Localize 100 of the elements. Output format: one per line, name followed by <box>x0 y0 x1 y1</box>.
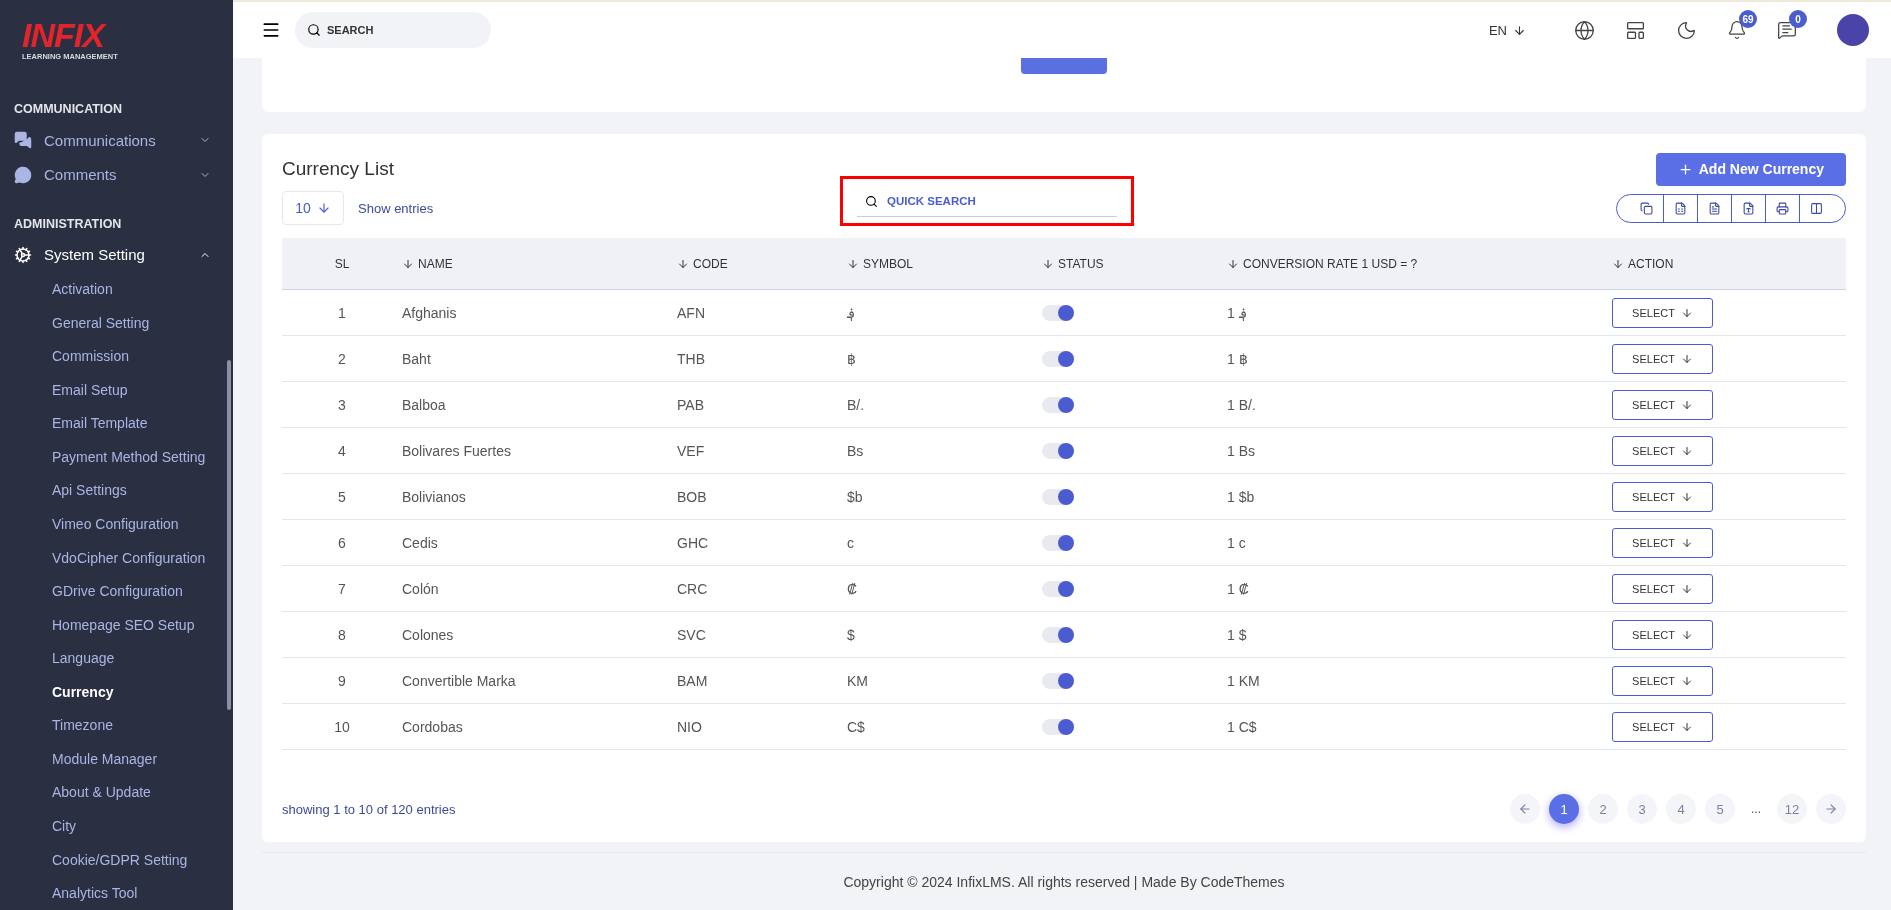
scrollbar[interactable] <box>227 360 231 710</box>
message-icon[interactable] <box>1777 20 1797 40</box>
arrow-down-icon <box>1680 720 1693 733</box>
status-toggle[interactable] <box>1042 580 1074 597</box>
nav-subitem[interactable]: Cookie/GDPR Setting <box>14 842 233 877</box>
document-icon <box>1708 201 1721 215</box>
moon-icon[interactable] <box>1676 19 1697 41</box>
nav-subitem[interactable]: Module Manager <box>14 742 233 776</box>
column-header[interactable]: CONVERSION RATE 1 USD = ? <box>1243 256 1418 271</box>
status-toggle[interactable] <box>1042 488 1074 505</box>
sort-arrow-icon[interactable] <box>1227 257 1239 270</box>
table-cell: Colón <box>402 580 439 597</box>
nav-subitem[interactable]: Language <box>14 641 233 675</box>
column-header[interactable]: SYMBOL <box>863 256 913 271</box>
sort-arrow-icon[interactable] <box>1042 257 1054 270</box>
table-cell: 3 <box>338 396 346 413</box>
nav-subitem[interactable]: Email Setup <box>14 372 233 407</box>
nav-subitem[interactable]: About & Update <box>14 775 233 810</box>
status-toggle[interactable] <box>1042 718 1074 735</box>
add-currency-button[interactable]: Add New Currency <box>1655 152 1846 186</box>
select-button[interactable]: SELECT <box>1612 481 1713 512</box>
table-cell: Afghanis <box>402 304 457 321</box>
nav-subitem[interactable]: Payment Method Setting <box>14 440 233 474</box>
select-button[interactable]: SELECT <box>1612 573 1713 604</box>
column-header[interactable]: STATUS <box>1058 256 1104 271</box>
sort-arrow-icon[interactable] <box>402 257 414 270</box>
page-size-select[interactable]: 10 <box>282 191 344 225</box>
select-button[interactable]: SELECT <box>1612 711 1713 742</box>
message-count: 0 <box>1789 10 1807 28</box>
layout-icon[interactable] <box>1625 19 1646 41</box>
column-header[interactable]: ACTION <box>1628 256 1674 271</box>
chat-bubbles-icon <box>14 131 32 150</box>
select-button[interactable]: SELECT <box>1612 619 1713 650</box>
table-cell: Cordobas <box>402 718 463 735</box>
arrow-down-icon <box>1513 23 1526 37</box>
page-button[interactable]: 4 <box>1666 794 1696 824</box>
status-toggle[interactable] <box>1042 534 1074 551</box>
nav-subitem[interactable]: Timezone <box>14 708 233 743</box>
select-button[interactable]: SELECT <box>1612 297 1713 328</box>
search-field[interactable]: SEARCH <box>295 12 491 48</box>
nav-item[interactable]: Comments <box>14 157 233 192</box>
column-header[interactable]: NAME <box>418 256 453 271</box>
page-button[interactable]: 12 <box>1777 794 1807 824</box>
arrow-down-icon <box>1680 444 1693 457</box>
table-cell: 2 <box>338 350 346 367</box>
table-cell: KM <box>847 672 868 689</box>
select-button[interactable]: SELECT <box>1612 389 1713 420</box>
page-button[interactable]: 3 <box>1627 794 1657 824</box>
column-header[interactable]: CODE <box>693 256 728 271</box>
nav-subitem[interactable]: Api Settings <box>14 473 233 508</box>
language-selector[interactable]: EN <box>1488 22 1526 38</box>
status-toggle[interactable] <box>1042 672 1074 689</box>
table-cell: PAB <box>677 396 704 413</box>
nav-subitem[interactable]: Commission <box>14 339 233 373</box>
menu-icon[interactable] <box>261 20 281 40</box>
globe-icon[interactable] <box>1574 19 1595 41</box>
table-cell: ฿ <box>847 350 856 367</box>
arrow-down-icon <box>1680 398 1693 411</box>
nav-subitem[interactable]: GDrive Configuration <box>14 574 233 608</box>
nav-item[interactable]: System Setting <box>14 237 233 273</box>
nav-subitem[interactable]: Activation <box>14 272 233 306</box>
status-toggle[interactable] <box>1042 396 1074 413</box>
table-cell: 4 <box>338 442 346 459</box>
nav-item[interactable]: Communications <box>14 122 233 158</box>
status-toggle[interactable] <box>1042 626 1074 643</box>
table-cell: GHC <box>677 534 709 551</box>
table-cell: 1 $ <box>1227 626 1247 643</box>
nav-subitem[interactable]: General Setting <box>14 305 233 340</box>
select-button[interactable]: SELECT <box>1612 527 1713 558</box>
sort-arrow-icon[interactable] <box>847 257 859 270</box>
table-cell: 7 <box>338 580 346 597</box>
select-button[interactable]: SELECT <box>1612 343 1713 374</box>
sort-arrow-icon[interactable] <box>1612 257 1624 270</box>
nav-subitem[interactable]: Currency <box>14 675 233 709</box>
status-toggle[interactable] <box>1042 350 1074 367</box>
select-button[interactable]: SELECT <box>1612 435 1713 466</box>
section-title: ADMINISTRATION <box>14 215 123 233</box>
table-cell: 6 <box>338 534 346 551</box>
nav-subitem[interactable]: City <box>14 809 233 843</box>
select-button[interactable]: SELECT <box>1612 665 1713 696</box>
sort-arrow-icon[interactable] <box>677 257 689 270</box>
printer-icon <box>1776 201 1789 215</box>
nav-subitem[interactable]: Analytics Tool <box>14 876 233 910</box>
card-title: Currency List <box>282 158 394 180</box>
page-button[interactable]: 2 <box>1588 794 1618 824</box>
entries-summary: showing 1 to 10 of 120 entries <box>282 801 456 817</box>
nav-subitem[interactable]: Vimeo Configuration <box>14 507 233 541</box>
table-cell: Bolivianos <box>402 488 466 505</box>
page-button[interactable]: 1 <box>1549 794 1579 824</box>
page-button[interactable]: 5 <box>1705 794 1735 824</box>
column-header[interactable]: SL <box>334 256 350 271</box>
status-toggle[interactable] <box>1042 442 1074 459</box>
nav-subitem[interactable]: VdoCipher Configuration <box>14 540 233 575</box>
table-cell: Colones <box>402 626 454 643</box>
file-icon <box>1742 201 1755 215</box>
table-cell: Cedis <box>402 534 438 551</box>
avatar[interactable] <box>1837 14 1869 46</box>
nav-subitem[interactable]: Homepage SEO Setup <box>14 607 233 642</box>
nav-subitem[interactable]: Email Template <box>14 406 233 441</box>
status-toggle[interactable] <box>1042 304 1074 321</box>
